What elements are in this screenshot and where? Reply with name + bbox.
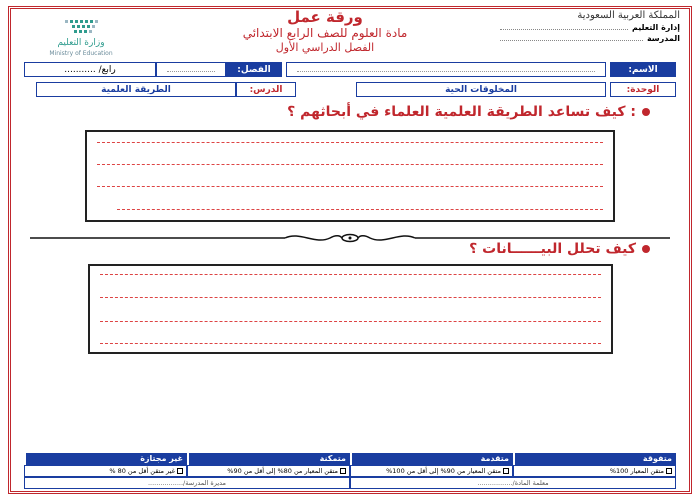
class-label: الفصل: [226,62,282,77]
answer-box-1[interactable] [85,130,615,222]
grade-criterion-text: متقن المعيار من 90% إلى أقل من 100% [386,467,501,475]
answer-box-2[interactable] [88,264,613,354]
name-label: الاسم: [610,62,676,77]
grade-criterion[interactable]: غير متقن أقل من 80 % [24,465,187,477]
answer-line [100,343,601,344]
grade-criterion[interactable]: متقن المعيار من 90% إلى أقل من 100% [350,465,513,477]
grading-header-row: متفوقة متقدمة متمكنة غير مجتازة [24,453,676,465]
school-label: المدرسة [646,34,680,43]
education-admin-dots [500,22,628,30]
teacher-signature[interactable]: معلمة المادة/................. [350,477,676,489]
answer-line [117,209,603,210]
unit-value: المخلوقات الحية [356,82,606,97]
checkbox-icon[interactable] [666,468,672,474]
semester-line: الفصل الدراسي الأول [275,41,375,54]
bullet-icon [642,108,650,116]
grade-criterion[interactable]: متقن المعيار من 80% إلى أقل من 90% [187,465,350,477]
school-dots [500,33,643,41]
question-2-text: كيف تحلل البيــــــانات ؟ [469,241,636,257]
kingdom-block: المملكة العربية السعودية إدارة التعليم ا… [500,10,680,58]
subject-line: مادة العلوم للصف الرابع الابتدائي [242,26,408,40]
ministry-logo-block: وزارة التعليم Ministry of Education [20,10,140,57]
name-field[interactable] [286,62,606,77]
bullet-icon [642,245,650,253]
answer-line [97,142,603,143]
grade-criterion-text: غير متقن أقل من 80 % [109,467,175,475]
ministry-name-en: Ministry of Education [49,50,113,57]
grade-header: غير مجتازة [24,453,187,465]
school-line: المدرسة [500,33,680,44]
ministry-name-ar: وزارة التعليم [57,38,105,48]
signature-row: معلمة المادة/................. مديرة الم… [24,477,676,489]
lesson-label: الدرس: [236,82,296,97]
worksheet-title-block: ورقة عمل مادة العلوم للصف الرابع الابتدا… [175,8,475,55]
answer-line [100,297,601,298]
grading-criteria-row: متقن المعيار 100% متقن المعيار من 90% إل… [24,465,676,477]
student-info-row: الاسم: الفصل: رابع/ ........... [24,62,676,77]
answer-line [100,274,601,275]
class-value[interactable]: رابع/ ........... [24,62,156,77]
checkbox-icon[interactable] [340,468,346,474]
checkbox-icon[interactable] [177,468,183,474]
grade-header: متقدمة [350,453,513,465]
class-blank-field[interactable] [156,62,226,77]
lesson-info-row: الوحدة: المخلوقات الحية الدرس: الطريقة ا… [24,82,676,97]
question-2: كيف تحلل البيــــــانات ؟ [469,241,650,257]
grade-criterion[interactable]: متقن المعيار 100% [513,465,676,477]
principal-signature[interactable]: مديرة المدرسة/................. [24,477,350,489]
answer-line [100,321,601,322]
grading-table: متفوقة متقدمة متمكنة غير مجتازة متقن الم… [24,453,676,489]
worksheet-title: ورقة عمل [287,8,363,26]
checkbox-icon[interactable] [503,468,509,474]
question-1: : كيف تساعد الطريقة العلمية العلماء في أ… [287,104,650,120]
education-admin-line: إدارة التعليم [500,22,680,33]
question-1-text: : كيف تساعد الطريقة العلمية العلماء في أ… [287,104,636,120]
kingdom-name: المملكة العربية السعودية [577,10,680,21]
answer-line [97,164,603,165]
lesson-value: الطريقة العلمية [36,82,236,97]
grade-criterion-text: متقن المعيار 100% [609,467,664,475]
unit-label: الوحدة: [610,82,676,97]
answer-line [97,186,603,187]
grade-header: متمكنة [187,453,350,465]
grade-header: متفوقة [513,453,676,465]
grade-criterion-text: متقن المعيار من 80% إلى أقل من 90% [227,467,338,475]
education-admin-label: إدارة التعليم [631,23,680,32]
